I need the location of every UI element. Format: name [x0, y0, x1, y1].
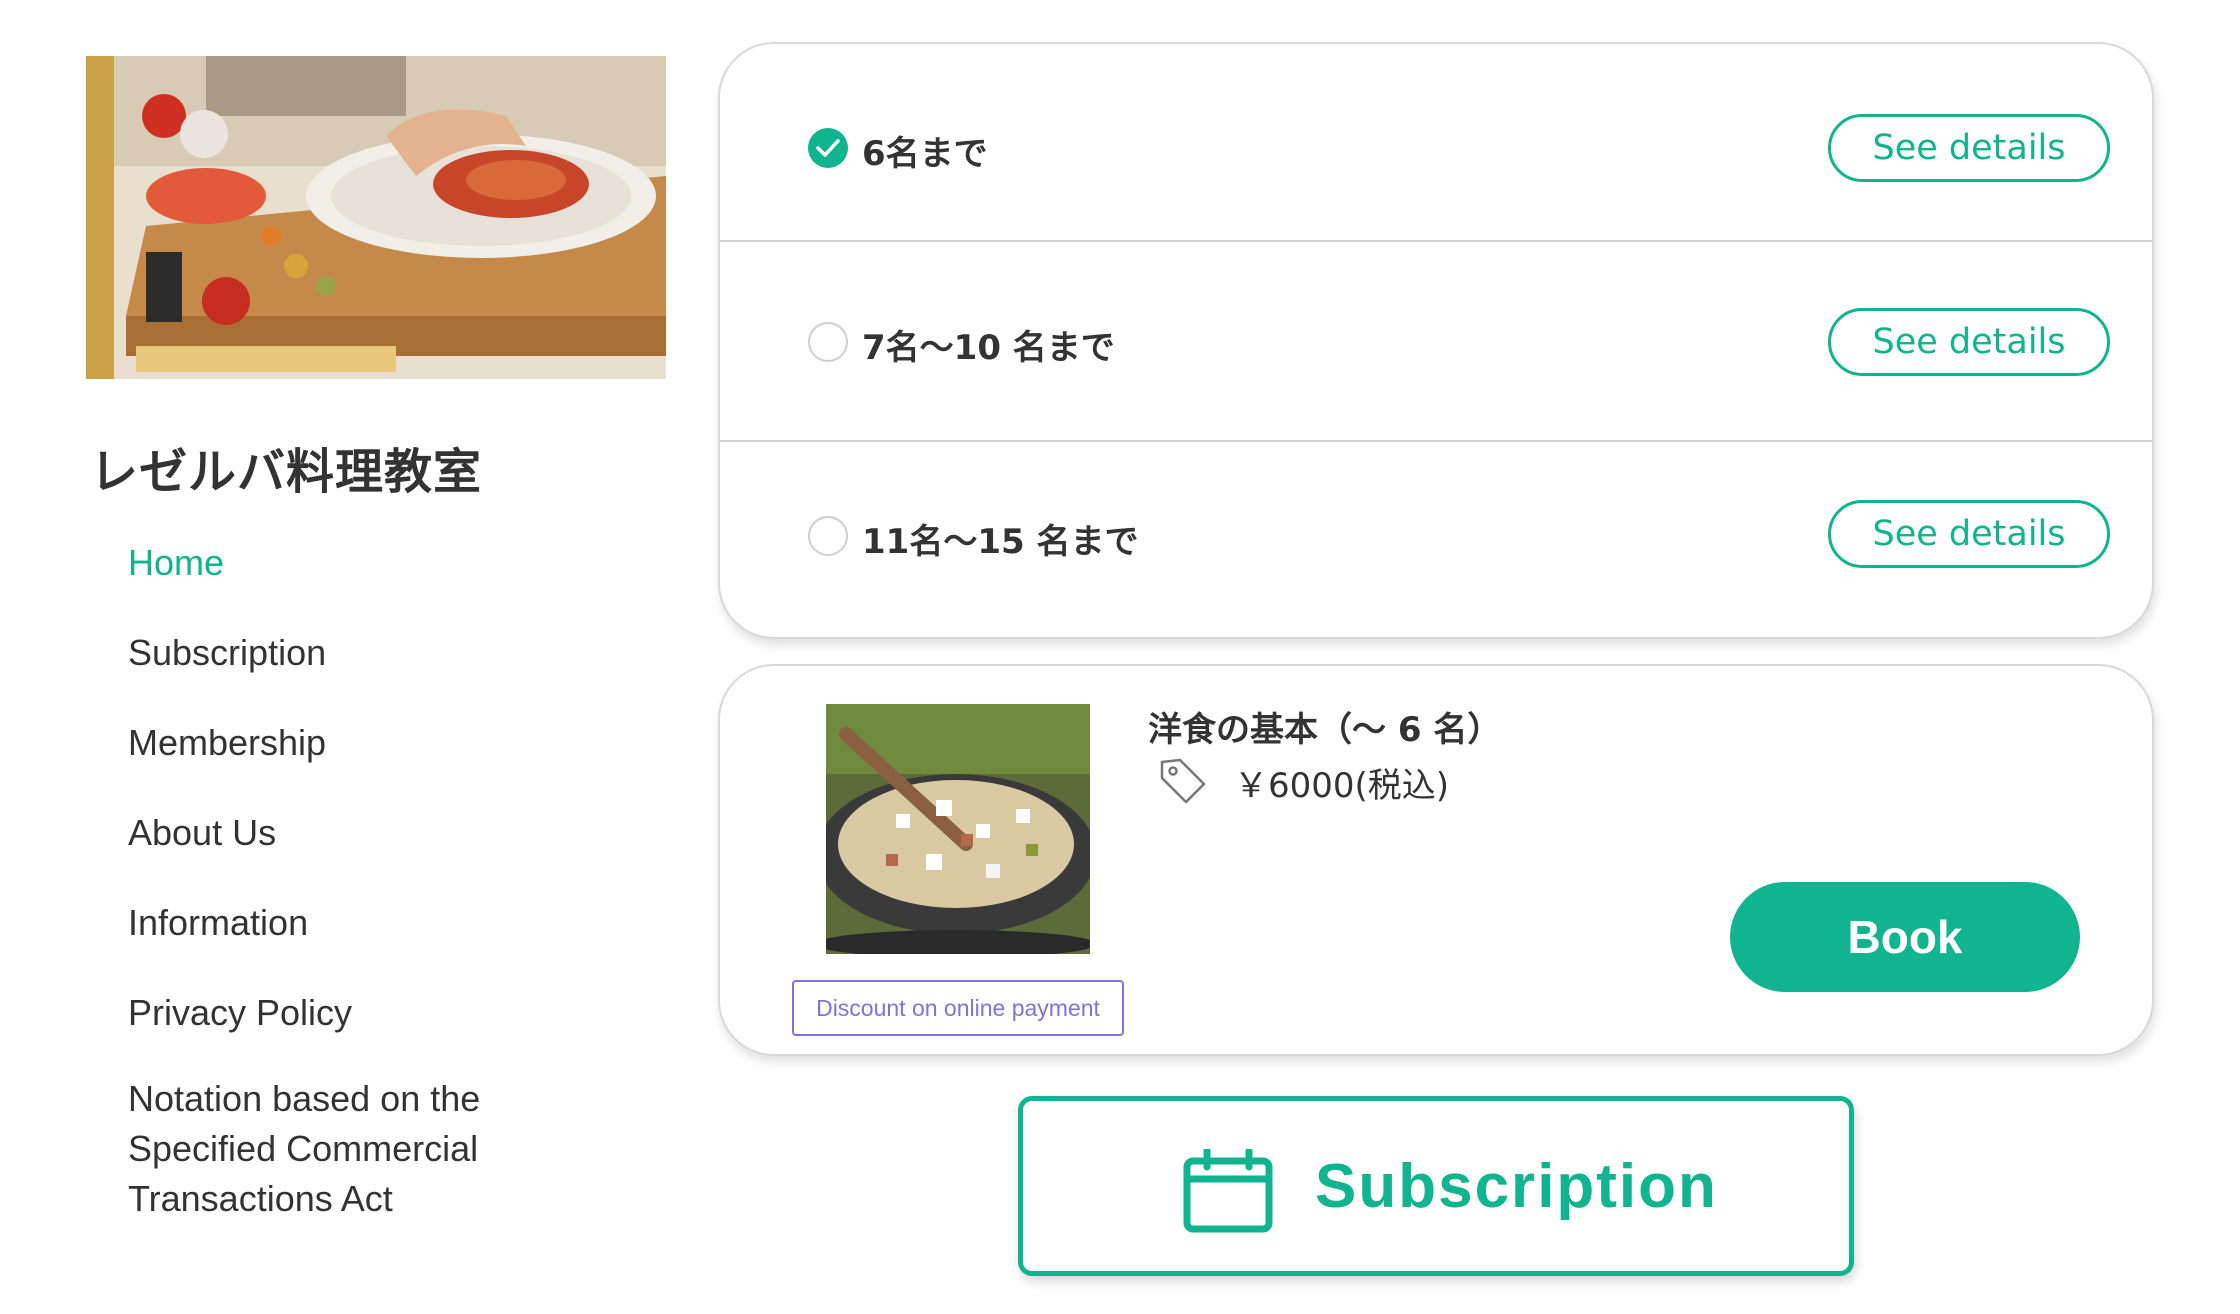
- tag-icon: [1160, 758, 1206, 804]
- hero-food-photo: [86, 56, 666, 379]
- sidebar-nav: Home Subscription Membership About Us In…: [128, 530, 568, 1224]
- nav-item-commercial-transactions[interactable]: Notation based on the Specified Commerci…: [128, 1070, 568, 1224]
- plan-option-label: 6名まで: [862, 134, 988, 174]
- book-button[interactable]: Book: [1730, 882, 2080, 992]
- see-details-button[interactable]: See details: [1828, 308, 2110, 376]
- nav-item-privacy-policy[interactable]: Privacy Policy: [128, 980, 568, 1070]
- plan-option-row[interactable]: 7名〜10 名まで See details: [720, 242, 2152, 442]
- nav-item-information[interactable]: Information: [128, 890, 568, 980]
- course-price: ￥6000(税込): [1234, 766, 1450, 806]
- nav-item-about-us[interactable]: About Us: [128, 800, 568, 890]
- subscription-button-label: Subscription: [1315, 1152, 1718, 1221]
- plan-option-row[interactable]: 11名〜15 名まで See details: [720, 442, 2152, 637]
- see-details-button[interactable]: See details: [1828, 500, 2110, 568]
- discount-badge: Discount on online payment: [792, 980, 1124, 1036]
- course-photo: [826, 704, 1090, 954]
- course-name: 洋食の基本（〜 6 名）: [1148, 710, 1502, 750]
- plan-option-label: 11名〜15 名まで: [862, 522, 1139, 562]
- course-card: Discount on online payment 洋食の基本（〜 6 名） …: [718, 664, 2154, 1056]
- plan-radio[interactable]: [808, 516, 848, 556]
- site-title: レゼルバ料理教室: [90, 444, 483, 500]
- plan-radio[interactable]: [808, 322, 848, 362]
- nav-item-subscription[interactable]: Subscription: [128, 620, 568, 710]
- check-icon: [816, 139, 840, 157]
- plan-radio-selected[interactable]: [808, 128, 848, 168]
- plan-option-row[interactable]: 6名まで See details: [720, 44, 2152, 242]
- see-details-button[interactable]: See details: [1828, 114, 2110, 182]
- subscription-button[interactable]: Subscription: [1018, 1096, 1854, 1276]
- plan-options-card: 6名まで See details 7名〜10 名まで See details 1…: [718, 42, 2154, 639]
- calendar-icon: [1183, 1149, 1273, 1233]
- plan-option-label: 7名〜10 名まで: [862, 328, 1115, 368]
- nav-item-home[interactable]: Home: [128, 530, 568, 620]
- nav-item-membership[interactable]: Membership: [128, 710, 568, 800]
